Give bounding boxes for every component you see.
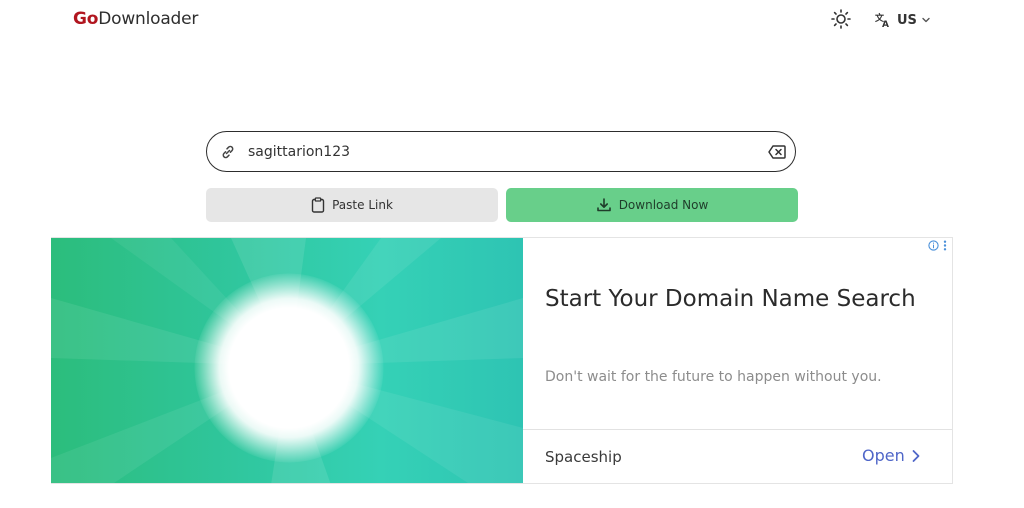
ad-image[interactable]	[51, 238, 523, 483]
download-now-button[interactable]: Download Now	[506, 188, 798, 222]
ad-open-label: Open	[862, 446, 905, 465]
chevron-right-icon	[912, 449, 920, 462]
advertisement-banner[interactable]: Start Your Domain Name Search Don't wait…	[51, 237, 953, 484]
clipboard-icon	[311, 197, 325, 213]
language-code: US	[897, 12, 917, 28]
paste-link-label: Paste Link	[332, 198, 393, 212]
language-selector[interactable]: 文 A US	[875, 9, 931, 31]
ad-advertiser-name: Spaceship	[545, 448, 622, 466]
url-search-box	[206, 131, 796, 172]
sun-icon	[831, 9, 851, 29]
logo-brand-text: Downloader	[98, 9, 199, 29]
translate-icon: 文 A	[875, 12, 889, 28]
ad-headline[interactable]: Start Your Domain Name Search	[545, 282, 925, 316]
ad-choices[interactable]	[928, 240, 947, 251]
backspace-clear-icon[interactable]	[768, 145, 786, 159]
app-logo[interactable]: GoDownloader	[73, 9, 198, 29]
chevron-down-icon	[922, 17, 930, 23]
logo-go-text: Go	[73, 9, 99, 29]
download-now-label: Download Now	[618, 198, 709, 212]
glowing-sun-graphic	[194, 273, 384, 463]
download-icon	[596, 198, 611, 212]
svg-text:A: A	[882, 20, 889, 28]
theme-toggle-button[interactable]	[831, 9, 851, 29]
ad-divider	[523, 429, 952, 430]
info-icon[interactable]	[928, 240, 939, 251]
ad-description: Don't wait for the future to happen with…	[545, 369, 882, 385]
paste-link-button[interactable]: Paste Link	[206, 188, 498, 222]
ad-open-button[interactable]: Open	[862, 446, 921, 465]
url-input[interactable]	[248, 140, 748, 164]
link-icon	[222, 145, 234, 159]
more-options-icon[interactable]	[943, 240, 947, 251]
